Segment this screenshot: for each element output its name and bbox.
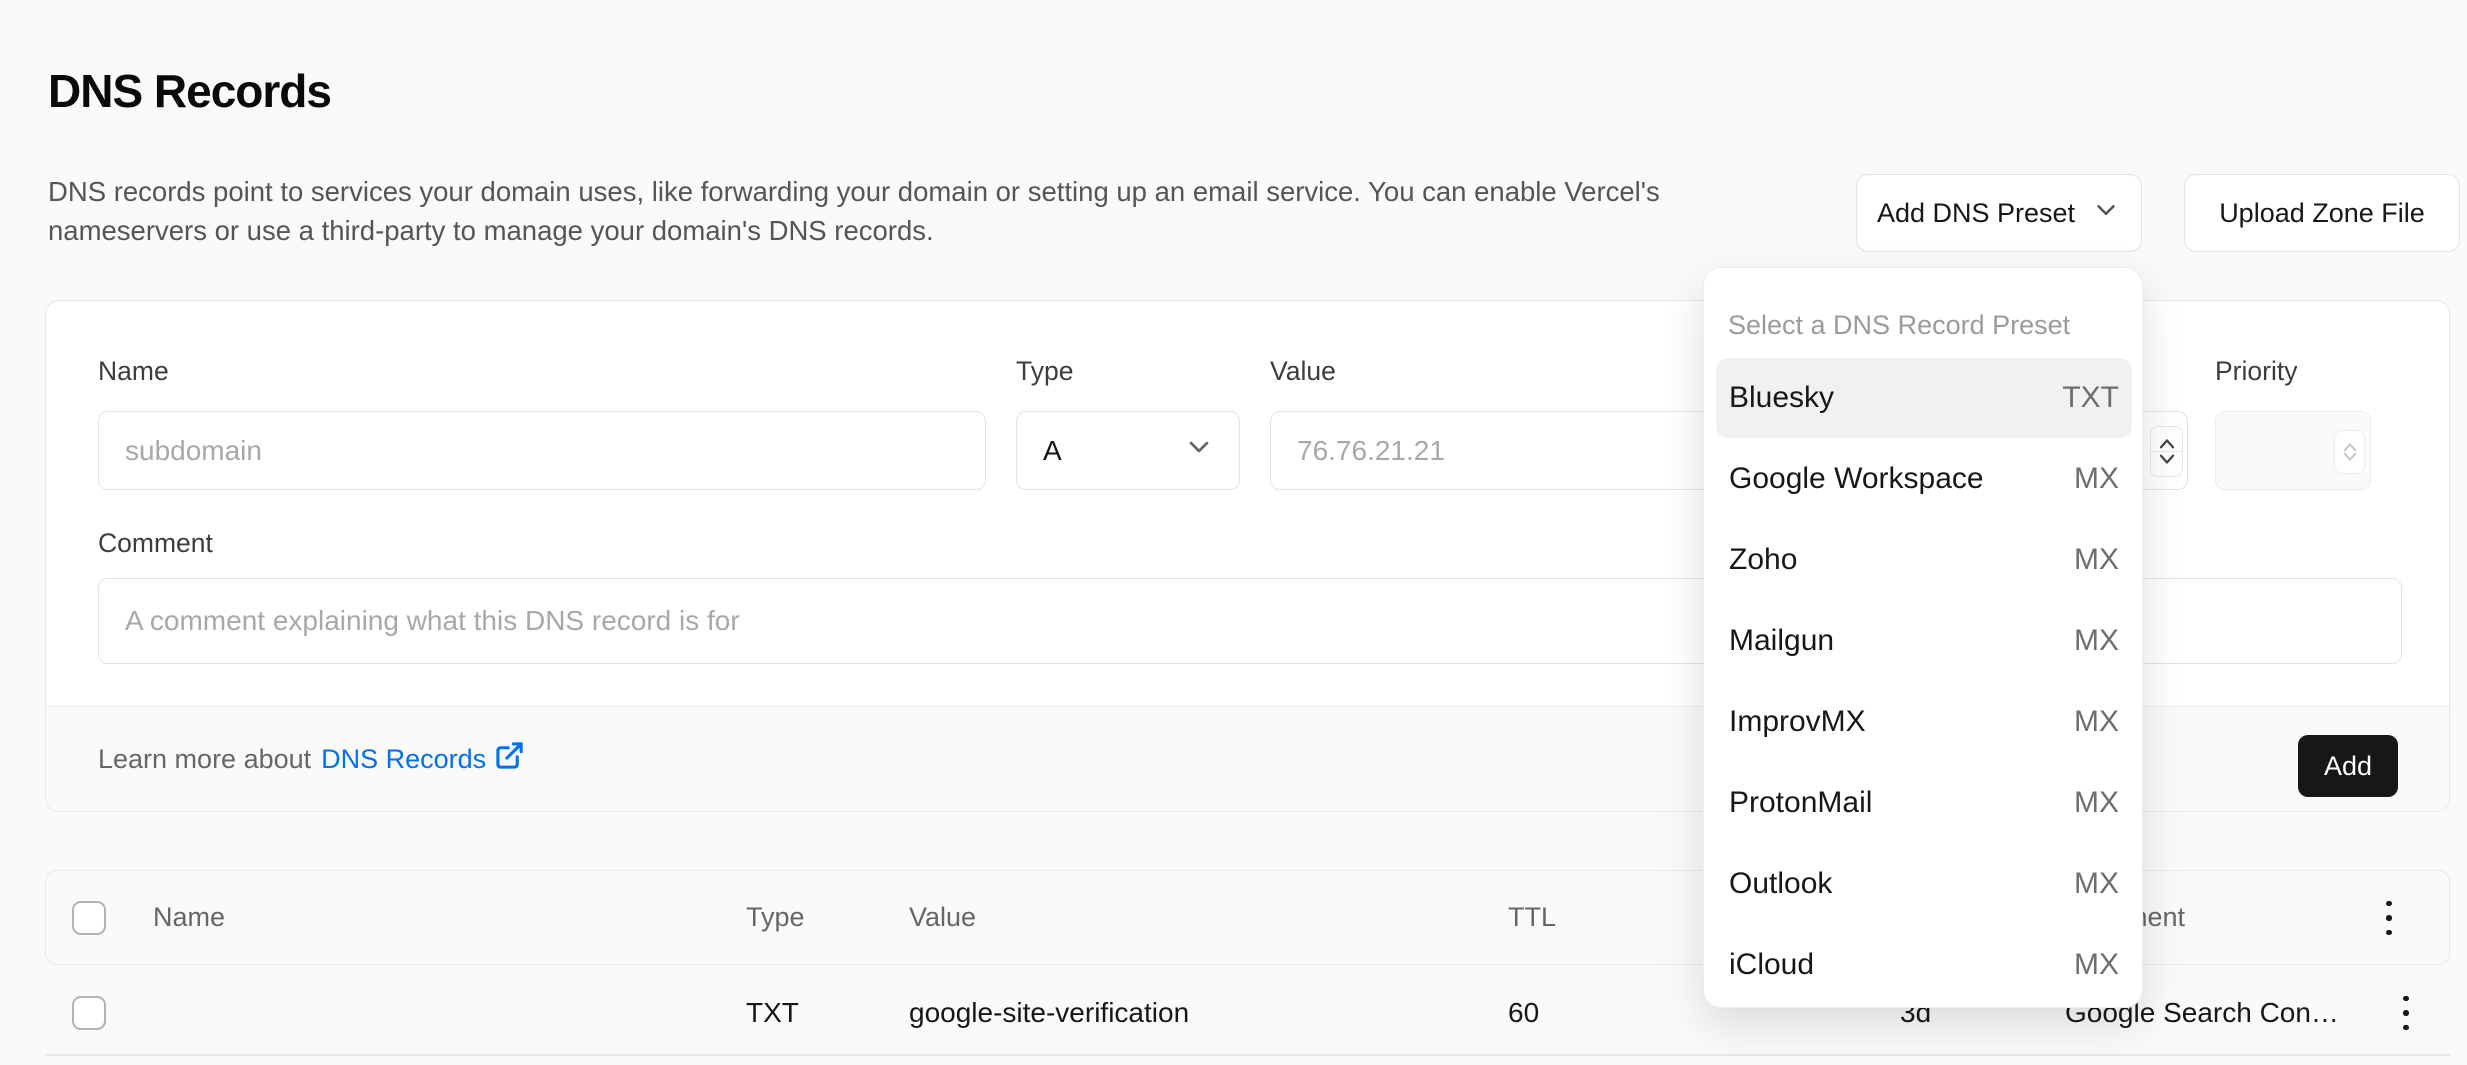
row-checkbox[interactable] xyxy=(72,996,106,1030)
learn-more-prefix: Learn more about xyxy=(98,744,311,775)
dns-records-page: DNS Records DNS records point to service… xyxy=(0,0,2467,1065)
ttl-stepper[interactable] xyxy=(2150,426,2183,477)
preset-item-label: Zoho xyxy=(1729,543,1797,577)
preset-item-label: Google Workspace xyxy=(1729,462,1984,496)
column-header-ttl: TTL xyxy=(1508,870,1556,965)
table-header-kebab-menu-icon[interactable] xyxy=(2367,888,2411,948)
priority-stepper[interactable] xyxy=(2334,430,2365,474)
comment-label: Comment xyxy=(98,528,213,559)
preset-item-type: MX xyxy=(2074,948,2119,982)
add-dns-preset-button[interactable]: Add DNS Preset xyxy=(1856,174,2142,252)
page-title: DNS Records xyxy=(48,64,331,118)
preset-menu-item-outlook[interactable]: Outlook MX xyxy=(1716,844,2132,924)
preset-item-label: Bluesky xyxy=(1729,381,1834,415)
upload-zone-file-button[interactable]: Upload Zone File xyxy=(2184,174,2460,252)
row-ttl-cell: 60 xyxy=(1508,997,1539,1029)
preset-menu-item-improvmx[interactable]: ImprovMX MX xyxy=(1716,682,2132,762)
dns-records-link-label: DNS Records xyxy=(321,744,486,775)
row-type-cell: TXT xyxy=(746,997,799,1029)
preset-item-type: MX xyxy=(2074,786,2119,820)
chevron-down-icon xyxy=(1183,431,1215,470)
add-record-button-label: Add xyxy=(2324,751,2372,782)
page-description: DNS records point to services your domai… xyxy=(48,172,1660,250)
preset-item-label: ProtonMail xyxy=(1729,786,1872,820)
external-link-icon xyxy=(494,740,525,778)
preset-item-label: Outlook xyxy=(1729,867,1832,901)
preset-menu-item-zoho[interactable]: Zoho MX xyxy=(1716,520,2132,600)
preset-item-type: MX xyxy=(2074,705,2119,739)
column-header-type: Type xyxy=(746,870,805,965)
preset-item-label: ImprovMX xyxy=(1729,705,1866,739)
dns-records-link[interactable]: DNS Records xyxy=(321,740,525,778)
stepper-divider xyxy=(2151,451,2182,452)
type-select[interactable]: A xyxy=(1016,411,1240,490)
preset-menu-header: Select a DNS Record Preset xyxy=(1728,310,2070,341)
add-record-button[interactable]: Add xyxy=(2298,735,2398,797)
preset-item-type: TXT xyxy=(2062,381,2119,415)
preset-menu-item-mailgun[interactable]: Mailgun MX xyxy=(1716,601,2132,681)
add-dns-preset-label: Add DNS Preset xyxy=(1877,198,2075,229)
dns-preset-menu: Select a DNS Record Preset Bluesky TXT G… xyxy=(1703,267,2143,1008)
preset-item-type: MX xyxy=(2074,867,2119,901)
preset-menu-item-protonmail[interactable]: ProtonMail MX xyxy=(1716,763,2132,843)
column-header-value: Value xyxy=(909,870,976,965)
column-header-name: Name xyxy=(153,870,225,965)
priority-label: Priority xyxy=(2215,356,2297,387)
learn-more-text: Learn more about DNS Records xyxy=(98,740,525,778)
page-description-line1: DNS records point to services your domai… xyxy=(48,172,1660,211)
row-divider xyxy=(45,1054,2450,1056)
preset-item-type: MX xyxy=(2074,543,2119,577)
preset-menu-item-bluesky[interactable]: Bluesky TXT xyxy=(1716,358,2132,438)
chevron-down-icon xyxy=(2091,195,2121,232)
preset-item-type: MX xyxy=(2074,624,2119,658)
preset-menu-item-icloud[interactable]: iCloud MX xyxy=(1716,925,2132,1005)
type-select-value: A xyxy=(1043,435,1062,467)
select-all-checkbox[interactable] xyxy=(72,901,106,935)
row-kebab-menu-icon[interactable] xyxy=(2384,983,2428,1043)
name-input[interactable] xyxy=(98,411,986,490)
type-label: Type xyxy=(1016,356,1073,387)
preset-item-label: Mailgun xyxy=(1729,624,1834,658)
preset-menu-item-google-workspace[interactable]: Google Workspace MX xyxy=(1716,439,2132,519)
preset-item-label: iCloud xyxy=(1729,948,1814,982)
upload-zone-file-label: Upload Zone File xyxy=(2219,198,2425,229)
preset-item-type: MX xyxy=(2074,462,2119,496)
row-value-cell: google-site-verification xyxy=(909,997,1189,1029)
page-description-line2: nameservers or use a third-party to mana… xyxy=(48,211,1660,250)
value-label: Value xyxy=(1270,356,1336,387)
name-label: Name xyxy=(98,356,169,387)
